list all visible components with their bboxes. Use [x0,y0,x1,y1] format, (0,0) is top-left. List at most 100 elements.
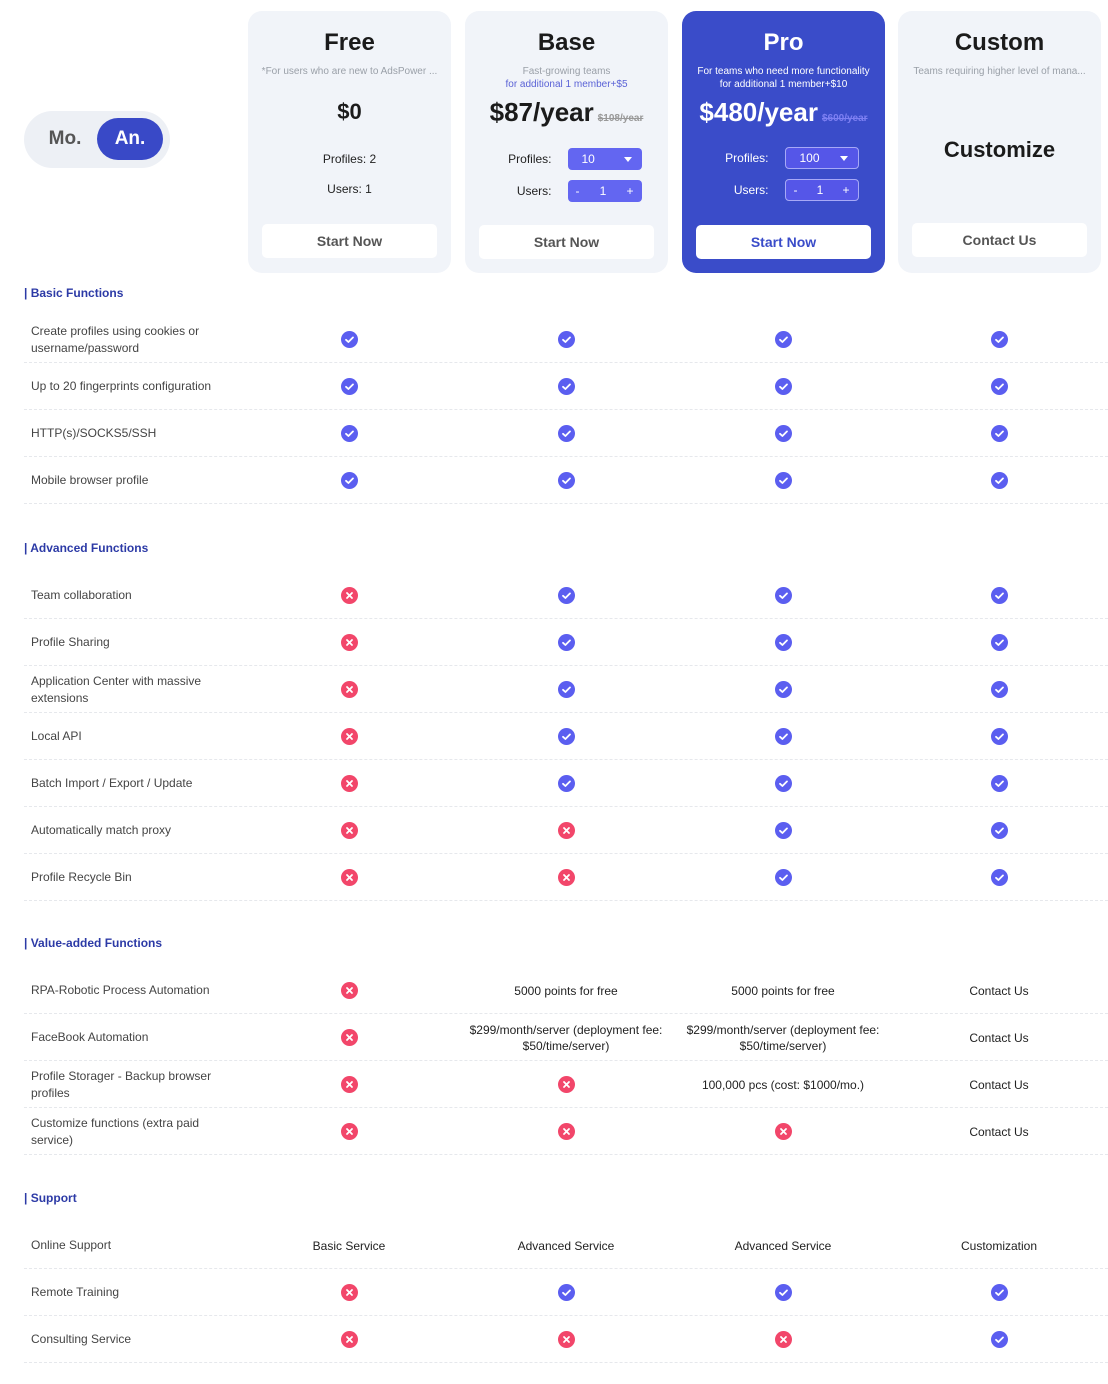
profiles-select[interactable]: 100 [784,147,859,169]
check-icon [774,728,792,745]
check-icon [774,331,792,348]
cross-icon [340,775,358,792]
start-now-button[interactable]: Start Now [262,224,437,258]
decrement-button[interactable]: - [794,183,798,197]
price-value: $87/year [489,97,594,127]
check-icon [990,1284,1008,1301]
profiles-label: Profiles: [725,151,769,165]
cross-icon [340,1029,358,1046]
check-icon [774,822,792,839]
feature-label: Online Support [31,1238,112,1252]
plan-description: Fast-growing teams [522,66,611,77]
feature-cell [458,1061,674,1108]
feature-row: Team collaboration [24,572,1108,619]
check-icon [557,681,575,698]
check-icon [340,472,358,489]
monthly-option[interactable]: Mo. [32,118,98,160]
feature-cell [891,760,1107,807]
check-icon [990,331,1008,348]
feature-cell [241,316,457,363]
feature-cell [458,713,674,760]
feature-cell [458,410,674,457]
cross-icon [557,822,575,839]
feature-cell [891,807,1107,854]
feature-cell [675,619,891,666]
feature-row: FaceBook Automation $299/month/server (de… [24,1014,1108,1061]
feature-label: HTTP(s)/SOCKS5/SSH [31,426,157,440]
feature-cell-text: 5000 points for free [458,967,674,1014]
feature-cell [241,967,457,1014]
feature-label: Consulting Service [31,1332,132,1346]
plan-card-custom: Custom Teams requiring higher level of m… [898,11,1101,273]
feature-cell [675,316,891,363]
users-stepper[interactable]: - 1 + [784,179,859,201]
feature-label: Profile Sharing [31,635,110,649]
cross-icon [774,1123,792,1140]
feature-row: Batch Import / Export / Update [24,760,1108,807]
feature-value: Basic Service [312,1238,386,1253]
feature-cell [458,316,674,363]
cross-icon [340,681,358,698]
feature-cell [241,1269,457,1316]
old-price: $108/year [597,113,644,124]
plan-extra-member-price: for additional 1 member+$10 [719,79,848,90]
check-icon [557,472,575,489]
feature-label: Customize functions (extra paid service) [31,1115,200,1147]
cross-icon [340,587,358,604]
billing-period-toggle[interactable]: Mo. An. [24,111,170,168]
feature-cell [891,854,1107,901]
feature-cell [241,363,457,410]
feature-cell [891,713,1107,760]
feature-cell [675,1108,891,1155]
feature-cell [241,1316,457,1363]
feature-row: Consulting Service [24,1316,1108,1363]
feature-cell [675,457,891,504]
feature-cell [458,854,674,901]
feature-cell [675,854,891,901]
check-icon [774,775,792,792]
feature-cell-text: Contact Us [891,1108,1107,1155]
cross-icon [340,1076,358,1093]
users-stepper[interactable]: - 1 + [567,180,642,202]
feature-cell [458,363,674,410]
feature-cell [891,457,1107,504]
start-now-button[interactable]: Start Now [479,225,654,259]
check-icon [557,587,575,604]
feature-value: 5000 points for free [731,983,835,998]
feature-row: Local API [24,713,1108,760]
plan-name: Custom [954,29,1045,56]
profiles-select[interactable]: 10 [567,148,642,170]
feature-label: Application Center with massive extensio… [31,673,202,705]
plan-price: $0 [248,99,451,125]
feature-cell [675,1269,891,1316]
feature-value: Contact Us [969,1030,1029,1045]
feature-cell [241,666,457,713]
check-icon [557,331,575,348]
decrement-button[interactable]: - [576,184,580,198]
users-value: 1 [816,183,824,197]
users-count: Users: 1 [327,182,372,196]
feature-value: 100,000 pcs (cost: $1000/mo.) [701,1077,865,1092]
plan-name: Free [324,29,375,56]
start-now-button[interactable]: Start Now [696,225,871,259]
plan-price: $480/year $600/year [682,97,885,128]
profiles-count: Profiles: 2 [322,152,377,166]
increment-button[interactable]: + [842,183,849,197]
cross-icon [774,1331,792,1348]
increment-button[interactable]: + [626,184,633,198]
annual-option[interactable]: An. [97,118,163,160]
feature-cell [675,807,891,854]
feature-cell [241,1061,457,1108]
feature-cell-text: Advanced Service [675,1222,891,1269]
feature-row: Remote Training [24,1269,1108,1316]
check-icon [557,728,575,745]
check-icon [557,378,575,395]
feature-cell [675,760,891,807]
check-icon [774,425,792,442]
feature-cell [458,457,674,504]
feature-value: Advanced Service [517,1238,615,1253]
contact-us-button[interactable]: Contact Us [912,223,1087,257]
check-icon [774,681,792,698]
feature-row: Profile Recycle Bin [24,854,1108,901]
feature-label: Profile Recycle Bin [31,870,132,884]
